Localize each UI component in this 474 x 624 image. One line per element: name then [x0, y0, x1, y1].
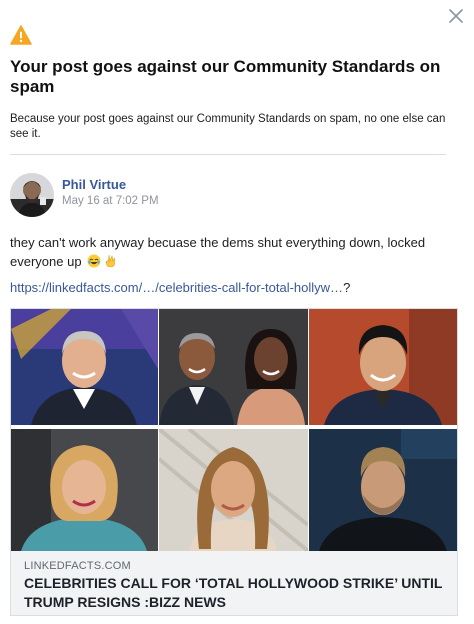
post-text: they can't work anyway becuase the dems … [10, 233, 450, 273]
post-link-suffix: ? [343, 280, 351, 295]
preview-domain: LINKEDFACTS.COM [24, 560, 131, 572]
warning-icon [10, 25, 32, 45]
avatar[interactable] [10, 173, 54, 217]
spam-warning-dialog: Your post goes against our Community Sta… [0, 0, 474, 624]
post-author-name[interactable]: Phil Virtue [62, 177, 126, 192]
dialog-subtitle: Because your post goes against our Commu… [10, 113, 446, 140]
photo-4-woman-blonde [11, 429, 158, 551]
photo-1-man-in-suit [11, 309, 158, 425]
photo-5-woman-long-hair [159, 429, 308, 551]
rolling-laughing-emoji-icon [87, 254, 101, 273]
divider [10, 154, 446, 155]
photo-3-man-smiling [309, 309, 457, 425]
link-preview-card[interactable]: LINKEDFACTS.COM CELEBRITIES CALL FOR ‘TO… [10, 308, 458, 616]
ok-hand-emoji-icon [103, 254, 117, 273]
preview-photo-collage[interactable] [11, 309, 457, 551]
post-link-line: https://linkedfacts.com/…/celebrities-ca… [10, 280, 350, 295]
post-timestamp[interactable]: May 16 at 7:02 PM [62, 195, 159, 207]
close-icon[interactable] [446, 6, 466, 26]
post-body-text: they can't work anyway becuase the dems … [10, 235, 426, 269]
photo-6-man-beard [309, 429, 457, 551]
post-link[interactable]: https://linkedfacts.com/…/celebrities-ca… [10, 280, 343, 295]
photo-2-couple [159, 309, 308, 425]
dialog-title: Your post goes against our Community Sta… [10, 57, 441, 96]
preview-title[interactable]: CELEBRITIES CALL FOR ‘TOTAL HOLLYWOOD ST… [24, 574, 444, 612]
